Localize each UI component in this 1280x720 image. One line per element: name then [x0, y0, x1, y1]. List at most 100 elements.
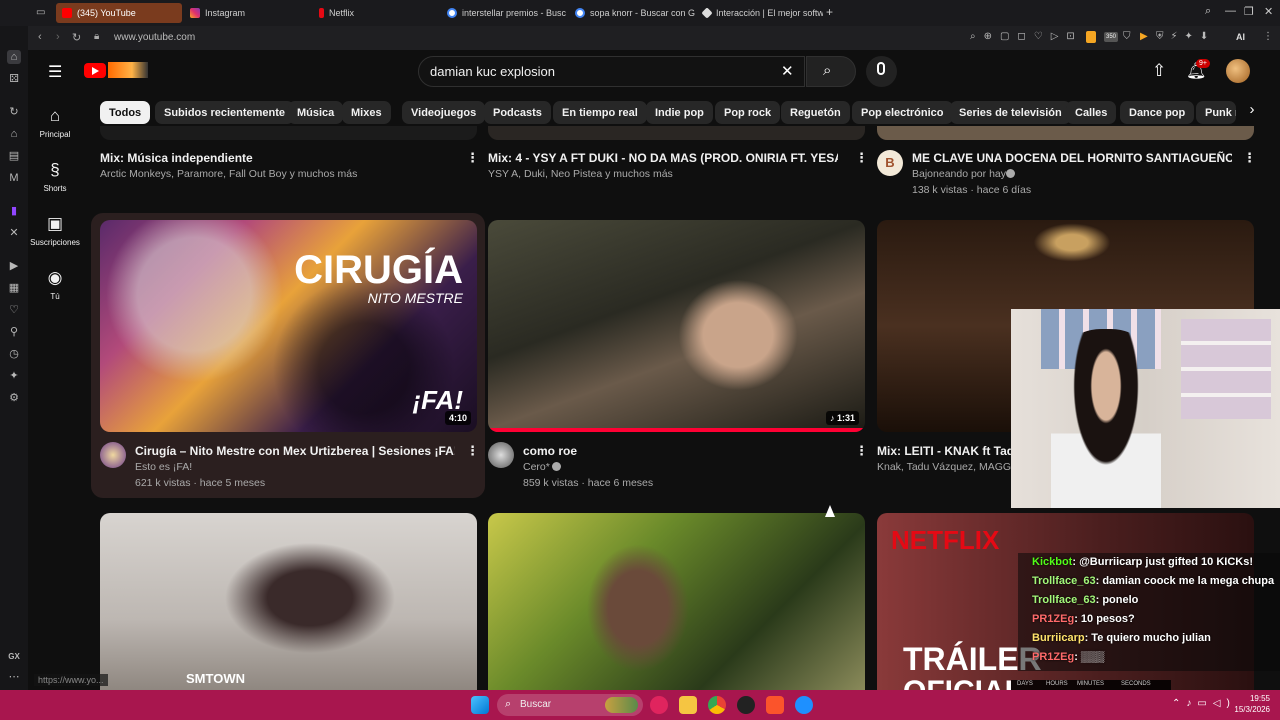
filter-chip[interactable]: Podcasts [484, 101, 551, 124]
forward-icon[interactable]: › [56, 31, 60, 43]
windows-start-icon[interactable] [471, 696, 489, 714]
github-desktop-icon[interactable] [737, 696, 755, 714]
app-icon[interactable] [795, 696, 813, 714]
taskbar-search-box[interactable]: ⌕ Buscar [497, 694, 643, 716]
heart-icon[interactable]: ♡ [7, 303, 21, 317]
home-sidebar-icon[interactable]: ⌂ [7, 50, 21, 64]
guide-suscripciones[interactable]: ▣ Suscripciones [27, 214, 83, 247]
filter-chip[interactable]: Indie pop [646, 101, 713, 124]
brave-icon[interactable] [766, 696, 784, 714]
more-options-icon[interactable]: ⋮ [466, 443, 479, 459]
video-title[interactable]: Cirugía – Nito Mestre con Mex Urtizberea… [135, 444, 455, 458]
refresh-sidebar-icon[interactable]: ↻ [7, 105, 21, 119]
doodle-logo-icon[interactable] [108, 62, 148, 78]
filter-chip[interactable]: Música [288, 101, 344, 124]
video-thumbnail[interactable]: CIRUGÍA NITO MESTRE ¡FA! 4:10 [100, 220, 477, 432]
video-thumbnail[interactable] [877, 126, 1254, 140]
hamburger-menu-icon[interactable]: ☰ [48, 62, 62, 82]
tab-instagram[interactable]: Instagram [184, 3, 310, 23]
url-field[interactable]: www.youtube.com [114, 32, 195, 43]
extension-badge-icon[interactable]: 350 [1104, 32, 1118, 42]
clear-search-icon[interactable]: ✕ [781, 62, 794, 80]
video-thumbnail[interactable] [488, 126, 865, 140]
youtube-logo-icon[interactable] [84, 63, 106, 78]
opera-gx-taskbar-icon[interactable] [650, 696, 668, 714]
twitch-icon[interactable]: ▮ [7, 204, 21, 218]
x-twitter-icon[interactable]: ✕ [7, 226, 21, 240]
filter-chip[interactable]: Pop rock [715, 101, 781, 124]
more-options-icon[interactable]: ⋮ [1243, 150, 1256, 166]
filter-chip[interactable]: Pop electrónico [852, 101, 953, 124]
address-toolbar-icons[interactable]: ⌕⊕▢◻♡▷⊡ [970, 31, 1083, 42]
channel-avatar[interactable] [100, 442, 126, 468]
play-extension-icon[interactable]: ▶ [1140, 31, 1148, 42]
reload-icon[interactable]: ↻ [72, 31, 81, 44]
tab-search-icon[interactable]: ▭ [36, 7, 45, 18]
channel-avatar[interactable]: B [877, 150, 903, 176]
more-options-icon[interactable]: ⋮ [855, 443, 868, 459]
tab-youtube[interactable]: (345) YouTube [56, 3, 182, 23]
pin-icon[interactable]: ⚲ [7, 325, 21, 339]
filter-chip[interactable]: Dance pop [1120, 101, 1195, 124]
filter-chip[interactable]: Videojuegos [402, 101, 486, 124]
extension-icons[interactable]: ⛨⚡✦⬇ [1156, 31, 1215, 42]
upload-icon[interactable]: ⇧ [1152, 61, 1166, 81]
account-avatar[interactable] [1226, 59, 1250, 83]
video-thumbnail[interactable] [100, 126, 477, 140]
guide-shorts[interactable]: § Shorts [27, 160, 83, 193]
more-options-icon[interactable]: ⋮ [855, 150, 868, 166]
tab-interaccion[interactable]: Interacción | El mejor softw [697, 3, 823, 23]
brave-shield-icon[interactable] [1086, 31, 1096, 43]
chips-next-arrow-icon[interactable]: › [1240, 101, 1264, 124]
filter-chip[interactable]: Reguetón [781, 101, 850, 124]
video-title[interactable]: Mix: LEITI - KNAK ft Tadu [877, 444, 1012, 458]
guide-principal[interactable]: ⌂ Principal [27, 106, 83, 139]
filter-chip[interactable]: Series de televisión [950, 101, 1071, 124]
settings-icon[interactable]: ⚙ [7, 391, 21, 405]
taskbar-date[interactable]: 15/3/2026 [1220, 705, 1270, 714]
minimize-button[interactable]: — [1225, 5, 1236, 17]
tab-sopa-knorr[interactable]: sopa knorr - Buscar con G [569, 3, 695, 23]
video-thumbnail[interactable]: SMTOWN [100, 513, 477, 690]
video-thumbnail[interactable]: ♪ 1:31 [488, 220, 865, 432]
player-icon[interactable]: ▶ [7, 259, 21, 273]
new-tab-button[interactable]: + [826, 5, 833, 19]
channel-avatar[interactable] [488, 442, 514, 468]
news-icon[interactable]: ▤ [7, 149, 21, 163]
file-explorer-icon[interactable] [679, 696, 697, 714]
guide-tu[interactable]: ◉ Tú [27, 268, 83, 301]
channel-name[interactable]: Cero* [523, 461, 550, 473]
more-sidebar-icon[interactable]: ⋯ [7, 670, 21, 684]
video-title[interactable]: como roe [523, 444, 823, 458]
tab-interstellar[interactable]: interstellar premios - Busc [441, 3, 567, 23]
channel-name[interactable]: Esto es ¡FA! [135, 461, 192, 473]
search-tabs-icon[interactable]: ⌕ [1205, 5, 1211, 18]
filter-chip[interactable]: Subidos recientemente [155, 101, 295, 124]
shield-icon[interactable]: ⛉ [1123, 31, 1131, 42]
channel-name[interactable]: Bajoneando por hay [912, 168, 1006, 180]
bag-icon[interactable]: ⌂ [7, 127, 21, 141]
search-button[interactable]: ⌕ [806, 56, 856, 87]
video-thumbnail[interactable] [488, 513, 865, 690]
more-options-icon[interactable]: ⋮ [466, 150, 479, 166]
filter-chip[interactable]: Mixes [342, 101, 391, 124]
gamepad-icon[interactable]: ⚄ [7, 72, 21, 86]
back-icon[interactable]: ‹ [38, 31, 42, 43]
maximize-button[interactable]: ❐ [1244, 5, 1254, 18]
apps-icon[interactable]: ▦ [7, 281, 21, 295]
filter-chip[interactable]: Punk ro [1196, 101, 1236, 124]
extensions-icon[interactable]: ✦ [7, 369, 21, 383]
ai-button[interactable]: AI [1236, 32, 1245, 42]
filter-chip[interactable]: Calles [1066, 101, 1117, 124]
chrome-icon[interactable] [708, 696, 726, 714]
taskbar-time[interactable]: 19:55 [1226, 694, 1270, 703]
filter-chip[interactable]: Todos [100, 101, 151, 124]
search-input[interactable]: damian kuc explosion ✕ [418, 56, 805, 87]
messenger-icon[interactable]: M [7, 171, 21, 185]
voice-search-button[interactable] [866, 56, 897, 87]
history-icon[interactable]: ◷ [7, 347, 21, 361]
tab-netflix[interactable]: Netflix [313, 3, 439, 23]
video-title[interactable]: Mix: 4 - YSY A FT DUKI - NO DA MAS (PROD… [488, 151, 838, 165]
close-window-button[interactable]: ✕ [1264, 5, 1273, 18]
video-title[interactable]: ME CLAVE UNA DOCENA DEL HORNITO SANTIAGU… [912, 151, 1232, 165]
